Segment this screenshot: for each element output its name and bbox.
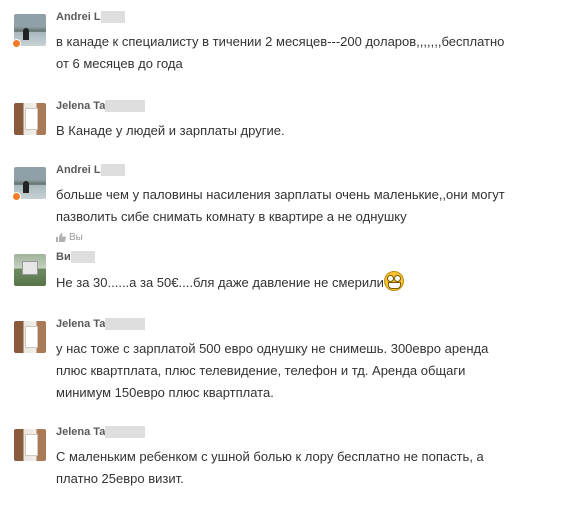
avatar[interactable] <box>14 429 46 461</box>
redacted-surname <box>100 164 125 176</box>
avatar[interactable] <box>14 254 46 286</box>
comment-text: у нас тоже с зарплатой 500 евро однушку … <box>56 341 489 400</box>
grinning-emoji-icon <box>383 271 404 291</box>
online-status-icon <box>12 192 21 201</box>
comment-text: больше чем у паловины насиления зарплаты… <box>56 187 505 224</box>
comment-text: в канаде к специалисту в тичении 2 месяц… <box>56 34 505 71</box>
redacted-surname <box>105 426 146 438</box>
comment-text: Не за 30......а за 50€....бля даже давле… <box>56 271 566 294</box>
avatar[interactable] <box>14 321 46 353</box>
comment-text: С маленьким ребенком с ушной болью к лор… <box>56 449 484 486</box>
comment-author[interactable]: Andrei L <box>56 164 125 176</box>
redacted-surname <box>100 11 125 23</box>
avatar[interactable] <box>14 103 46 135</box>
comment-author[interactable]: Andrei L <box>56 11 125 23</box>
online-status-icon <box>12 39 21 48</box>
comment-author[interactable]: Jelena Ta <box>56 426 146 438</box>
comment-author[interactable]: Jelena Ta <box>56 318 146 330</box>
redacted-surname <box>105 318 146 330</box>
thumbs-up-icon <box>56 233 66 242</box>
redacted-surname <box>70 251 95 263</box>
comment-text: В Канаде у людей и зарплаты другие. <box>56 123 285 138</box>
comment-author[interactable]: Jelena Ta <box>56 100 146 112</box>
comment-author[interactable]: Ви <box>56 251 95 263</box>
like-indicator[interactable]: Вы <box>56 232 83 243</box>
redacted-surname <box>105 100 146 112</box>
